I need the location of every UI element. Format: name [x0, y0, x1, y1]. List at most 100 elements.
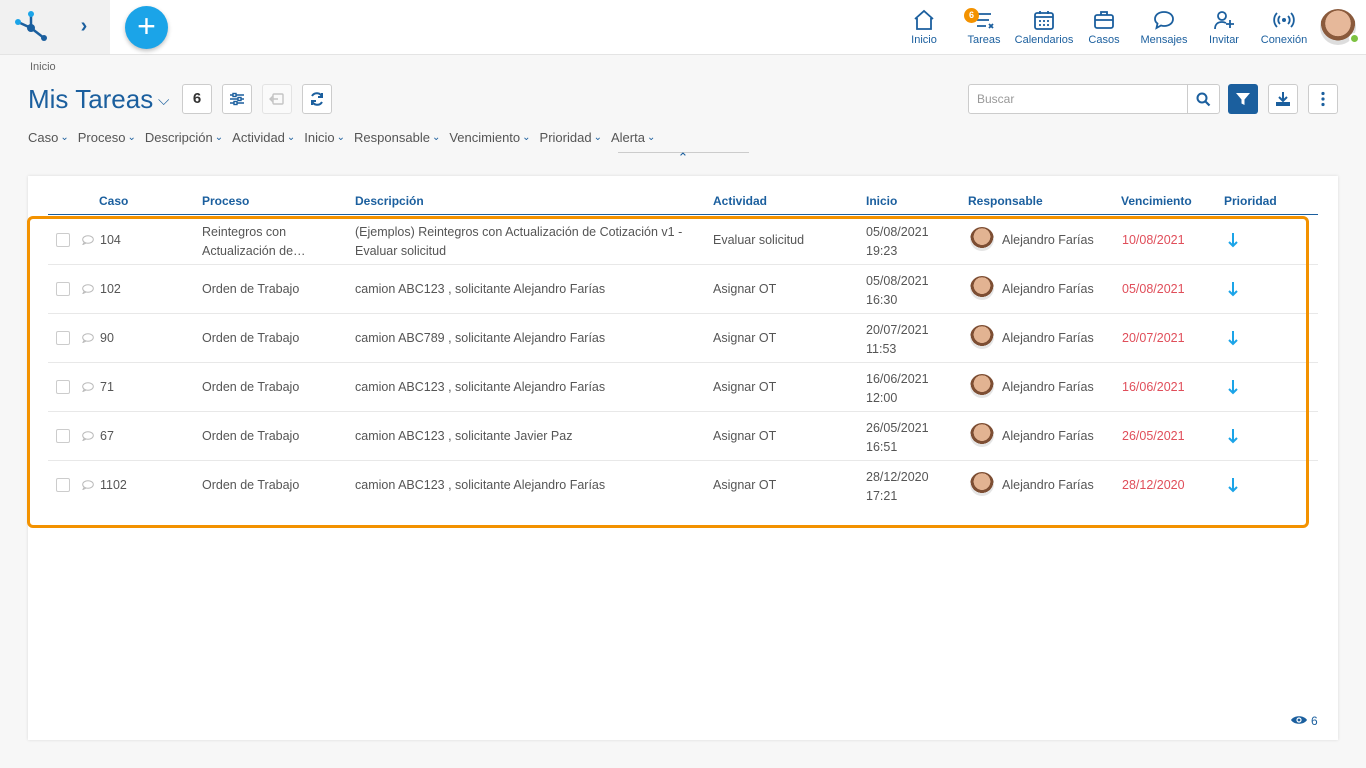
nav-calendarios[interactable]: Calendarios [1014, 8, 1074, 48]
cell-descripcion: camion ABC789 , solicitante Alejandro Fa… [355, 331, 606, 345]
nav-label: Inicio [911, 34, 937, 46]
column-header-proceso[interactable]: Proceso [202, 194, 249, 208]
breadcrumb[interactable]: Inicio [30, 61, 56, 73]
column-filter-label: Vencimiento [449, 129, 521, 145]
cell-inicio: 05/08/2021 16:30 [866, 274, 929, 307]
comment-icon[interactable] [82, 480, 94, 490]
column-filter-caso[interactable]: Caso ⌄ [28, 128, 69, 146]
refresh-button[interactable] [302, 84, 332, 114]
page-title[interactable]: Mis Tareas [28, 84, 153, 115]
search-input[interactable] [969, 85, 1187, 113]
nav-mensajes[interactable]: Mensajes [1138, 8, 1190, 48]
top-bar: › + Inicio Tareas 6 Calendarios Casos Me… [0, 0, 1366, 55]
column-filter-vencimiento[interactable]: Vencimiento ⌄ [449, 128, 530, 146]
table-row[interactable]: 67 Orden de Trabajo camion ABC123 , soli… [48, 412, 1318, 461]
column-filter-proceso[interactable]: Proceso ⌄ [78, 128, 136, 146]
table-row[interactable]: 71 Orden de Trabajo camion ABC123 , soli… [48, 363, 1318, 412]
chevron-down-icon: ⌄ [214, 131, 224, 143]
row-checkbox[interactable] [56, 478, 70, 492]
chevron-down-icon: ⌄ [522, 131, 531, 143]
online-status-indicator [1349, 33, 1360, 44]
comment-icon[interactable] [82, 431, 94, 441]
release-button[interactable] [262, 84, 292, 114]
cell-inicio: 28/12/2020 17:21 [866, 470, 929, 503]
more-options-button[interactable] [1308, 84, 1338, 114]
row-checkbox[interactable] [56, 429, 70, 443]
home-icon [914, 9, 934, 30]
column-filter-label: Inicio [304, 129, 335, 145]
column-header-descripcion[interactable]: Descripción [355, 194, 424, 208]
column-filter-alerta[interactable]: Alerta ⌄ [611, 128, 655, 146]
column-filter-label: Prioridad [539, 129, 592, 145]
cell-proceso: Orden de Trabajo [202, 331, 300, 345]
row-checkbox[interactable] [56, 282, 70, 296]
comment-icon[interactable] [82, 333, 94, 343]
column-header-inicio[interactable]: Inicio [866, 194, 897, 208]
row-checkbox[interactable] [56, 331, 70, 345]
cell-caso[interactable]: 71 [100, 378, 114, 397]
cell-caso[interactable]: 67 [100, 427, 114, 446]
table-row[interactable]: 104 Reintegros con Actualización de… (Ej… [48, 216, 1318, 265]
cell-vencimiento: 20/07/2021 [1122, 331, 1185, 345]
vertical-dots-icon [1321, 91, 1325, 107]
search-icon [1196, 92, 1211, 106]
table-row[interactable]: 90 Orden de Trabajo camion ABC789 , soli… [48, 314, 1318, 363]
column-header-prioridad[interactable]: Prioridad [1224, 194, 1277, 208]
chevron-down-icon: ⌄ [593, 131, 602, 143]
column-filter-inicio[interactable]: Inicio ⌄ [304, 128, 345, 146]
search-button[interactable] [1187, 85, 1219, 113]
low-priority-arrow-icon [1228, 282, 1238, 297]
filter-button[interactable] [1228, 84, 1258, 114]
column-header-vencimiento[interactable]: Vencimiento [1121, 194, 1192, 208]
comment-icon[interactable] [82, 235, 94, 245]
avatar [970, 276, 994, 300]
avatar [970, 227, 994, 251]
cell-proceso: Orden de Trabajo [202, 478, 300, 492]
cell-vencimiento: 28/12/2020 [1122, 478, 1185, 492]
row-checkbox[interactable] [56, 380, 70, 394]
row-checkbox[interactable] [56, 233, 70, 247]
low-priority-arrow-icon [1228, 429, 1238, 444]
nav-casos[interactable]: Casos [1084, 8, 1124, 48]
cell-caso[interactable]: 104 [100, 231, 121, 250]
download-button[interactable] [1268, 84, 1298, 114]
settings-button[interactable] [222, 84, 252, 114]
column-header-caso[interactable]: Caso [99, 194, 128, 208]
cell-caso[interactable]: 90 [100, 329, 114, 348]
column-filter-label: Caso [28, 129, 59, 145]
comment-icon[interactable] [82, 284, 94, 294]
column-header-responsable[interactable]: Responsable [968, 194, 1043, 208]
cell-responsable: Alejandro Farías [1002, 233, 1094, 247]
cell-vencimiento: 16/06/2021 [1122, 380, 1185, 394]
eye-icon [1291, 716, 1307, 724]
column-filter-label: Descripción [144, 129, 213, 145]
comment-icon[interactable] [82, 382, 94, 392]
app-logo-icon[interactable] [14, 10, 48, 42]
column-filter-actividad[interactable]: Actividad ⌄ [232, 128, 295, 146]
column-filter-prioridad[interactable]: Prioridad ⌄ [540, 128, 602, 146]
table-row[interactable]: 1102 Orden de Trabajo camion ABC123 , so… [48, 461, 1318, 510]
cell-inicio: 20/07/2021 11:53 [866, 323, 929, 356]
column-filter-label: Actividad [232, 129, 285, 145]
expand-menu-chevron-icon[interactable]: › [74, 14, 94, 38]
table-row[interactable]: 102 Orden de Trabajo camion ABC123 , sol… [48, 265, 1318, 314]
cell-vencimiento: 10/08/2021 [1122, 233, 1185, 247]
cell-inicio: 05/08/2021 19:23 [866, 225, 929, 258]
create-new-button[interactable]: + [125, 6, 168, 49]
title-chevron-down-icon[interactable]: ⌵ [158, 92, 169, 109]
column-filters-bar: Caso ⌄ Proceso ⌄ Descripción ⌄ Actividad ⌄ I… [28, 128, 664, 146]
avatar [970, 423, 994, 447]
low-priority-arrow-icon [1228, 331, 1238, 346]
collapse-filters-chevron-up-icon[interactable]: ⌃ [675, 150, 691, 165]
cell-descripcion: camion ABC123 , solicitante Alejandro Fa… [355, 282, 606, 296]
cell-caso[interactable]: 102 [100, 280, 121, 299]
column-header-actividad[interactable]: Actividad [713, 194, 767, 208]
cell-caso[interactable]: 1102 [100, 476, 127, 495]
cell-actividad: Asignar OT [713, 380, 777, 394]
nav-conexion[interactable]: Conexión [1258, 8, 1310, 48]
cell-vencimiento: 05/08/2021 [1122, 282, 1185, 296]
nav-invitar[interactable]: Invitar [1204, 8, 1244, 48]
column-filter-descripcion[interactable]: Descripción ⌄ [145, 128, 223, 146]
nav-inicio[interactable]: Inicio [904, 8, 944, 48]
column-filter-responsable[interactable]: Responsable ⌄ [354, 128, 440, 146]
